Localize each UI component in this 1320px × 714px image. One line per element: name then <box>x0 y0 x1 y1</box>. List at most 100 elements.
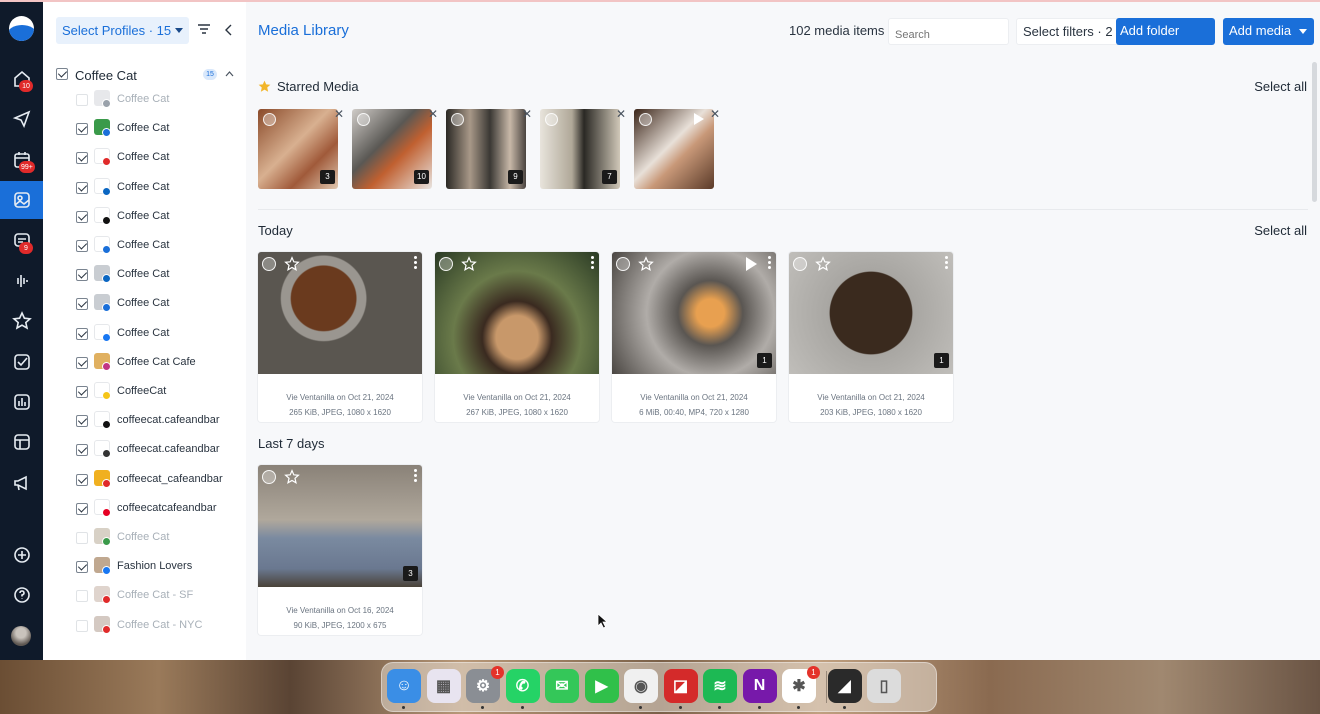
chevron-up-icon[interactable] <box>225 71 234 77</box>
home-nav-button[interactable]: 10 <box>0 60 43 98</box>
create-button[interactable] <box>0 536 43 574</box>
more-options-icon[interactable] <box>768 256 772 270</box>
unstar-close-icon[interactable]: ✕ <box>616 107 626 121</box>
unstar-close-icon[interactable]: ✕ <box>428 107 438 121</box>
profile-row[interactable]: Coffee Cat <box>76 264 236 286</box>
starred-media-thumb[interactable]: 3 <box>258 109 338 189</box>
scrollbar[interactable] <box>1312 62 1317 202</box>
star-toggle-icon[interactable] <box>638 256 654 272</box>
starred-media-thumb[interactable]: 10 <box>352 109 432 189</box>
publish-nav-button[interactable] <box>0 100 43 138</box>
starred-media-thumb[interactable]: 9 <box>446 109 526 189</box>
starred-select-all[interactable]: Select all <box>1254 79 1307 94</box>
profile-row[interactable]: Coffee Cat <box>76 147 236 169</box>
media-preview[interactable] <box>435 252 599 374</box>
star-toggle-icon[interactable] <box>461 256 477 272</box>
messages-icon[interactable]: ✉ <box>545 669 579 703</box>
profile-checkbox[interactable] <box>76 619 88 632</box>
media-card[interactable]: 3 Vie Ventanilla on Oct 16, 2024 90 KiB, J… <box>258 465 422 635</box>
filter-icon[interactable] <box>197 23 211 35</box>
profile-row[interactable]: Coffee Cat - NYC <box>76 615 236 637</box>
whatsapp-icon[interactable]: ✆ <box>505 669 540 703</box>
profile-row[interactable]: Coffee Cat <box>76 323 236 345</box>
listening-nav-button[interactable] <box>0 262 43 300</box>
profile-row[interactable]: Coffee Cat <box>76 206 236 228</box>
app-logo[interactable] <box>9 16 34 41</box>
profile-checkbox[interactable] <box>76 327 88 340</box>
unstar-close-icon[interactable]: ✕ <box>334 107 344 121</box>
profile-row[interactable]: Coffee Cat <box>76 177 236 199</box>
profile-checkbox[interactable] <box>76 152 88 165</box>
reports-nav-button[interactable] <box>0 383 43 421</box>
chevron-down-icon[interactable] <box>1299 29 1307 34</box>
star-toggle-icon[interactable] <box>284 469 300 485</box>
select-circle[interactable] <box>357 113 370 126</box>
media-preview[interactable] <box>258 465 422 587</box>
user-avatar[interactable] <box>11 626 31 646</box>
profile-checkbox[interactable] <box>76 356 88 369</box>
finder-icon[interactable]: ☺ <box>387 669 421 703</box>
media-card[interactable]: 1 Vie Ventanilla on Oct 21, 2024 203 KiB, … <box>789 252 953 422</box>
media-card[interactable]: Vie Ventanilla on Oct 21, 2024 267 KiB, J… <box>435 252 599 422</box>
unstar-close-icon[interactable]: ✕ <box>710 107 720 121</box>
today-select-all[interactable]: Select all <box>1254 223 1307 238</box>
profile-checkbox[interactable] <box>76 240 88 252</box>
search-input[interactable] <box>888 18 1009 45</box>
launchpad-icon[interactable]: ▦ <box>426 669 461 703</box>
profile-row[interactable]: CoffeeCat <box>76 381 236 403</box>
select-circle[interactable] <box>263 113 276 126</box>
profile-checkbox[interactable] <box>76 210 88 223</box>
facetime-icon[interactable]: ▶ <box>584 669 619 703</box>
select-circle[interactable] <box>439 257 453 271</box>
profile-row[interactable]: Coffee Cat <box>76 293 236 315</box>
select-circle[interactable] <box>451 113 464 126</box>
select-circle[interactable] <box>793 257 807 271</box>
select-profiles-dropdown[interactable]: Select Profiles · 15 <box>56 17 189 44</box>
inbox-nav-button[interactable]: 9 <box>0 222 43 260</box>
media-library-nav-button[interactable] <box>0 181 43 219</box>
profile-row[interactable]: Coffee Cat - SF <box>76 585 236 607</box>
group-checkbox[interactable] <box>56 68 68 80</box>
media-preview[interactable] <box>258 252 422 374</box>
profile-checkbox[interactable] <box>76 561 88 574</box>
profile-checkbox[interactable] <box>76 444 88 457</box>
profile-row[interactable]: coffeecat.cafeandbar <box>76 439 236 461</box>
templates-nav-button[interactable] <box>0 423 43 461</box>
slack-icon[interactable]: ✱ 1 <box>782 666 820 703</box>
more-options-icon[interactable] <box>414 469 418 483</box>
creative-app-icon[interactable]: ◢ <box>827 669 862 703</box>
profile-row[interactable]: Coffee Cat <box>76 235 236 257</box>
star-toggle-icon[interactable] <box>815 256 831 272</box>
select-circle[interactable] <box>616 257 630 271</box>
profile-row[interactable]: Coffee Cat <box>76 527 236 549</box>
help-button[interactable] <box>0 576 43 614</box>
media-preview[interactable] <box>789 252 953 374</box>
profile-checkbox[interactable] <box>76 94 88 106</box>
profile-checkbox[interactable] <box>76 181 88 194</box>
onedrive-app-icon[interactable]: ◪ <box>663 669 698 703</box>
profile-group-row[interactable]: Coffee Cat 15 <box>56 64 236 84</box>
select-circle[interactable] <box>545 113 558 126</box>
profile-checkbox[interactable] <box>76 123 88 136</box>
more-options-icon[interactable] <box>414 256 418 270</box>
profile-row[interactable]: coffeecatcafeandbar <box>76 498 236 520</box>
unstar-close-icon[interactable]: ✕ <box>522 107 532 121</box>
profile-checkbox[interactable] <box>76 415 88 428</box>
add-folder-button[interactable]: Add folder <box>1116 18 1215 45</box>
profile-checkbox[interactable] <box>76 386 88 398</box>
more-options-icon[interactable] <box>945 256 949 270</box>
select-circle[interactable] <box>639 113 652 126</box>
starred-media-thumb[interactable]: 7 <box>540 109 620 189</box>
select-circle[interactable] <box>262 257 276 271</box>
profile-checkbox[interactable] <box>76 532 88 544</box>
media-card[interactable]: Vie Ventanilla on Oct 21, 2024 265 KiB, J… <box>258 252 422 422</box>
calendar-nav-button[interactable]: 99+ <box>0 141 43 179</box>
profile-checkbox[interactable] <box>76 502 88 515</box>
select-circle[interactable] <box>262 470 276 484</box>
profile-checkbox[interactable] <box>76 590 88 603</box>
profile-row[interactable]: Coffee Cat Cafe <box>76 352 236 374</box>
media-card[interactable]: 1 Vie Ventanilla on Oct 21, 2024 6 MiB, 00… <box>612 252 776 422</box>
ads-nav-button[interactable] <box>0 464 43 502</box>
onenote-icon[interactable]: N <box>742 669 777 703</box>
profile-row[interactable]: Fashion Lovers <box>76 556 236 578</box>
